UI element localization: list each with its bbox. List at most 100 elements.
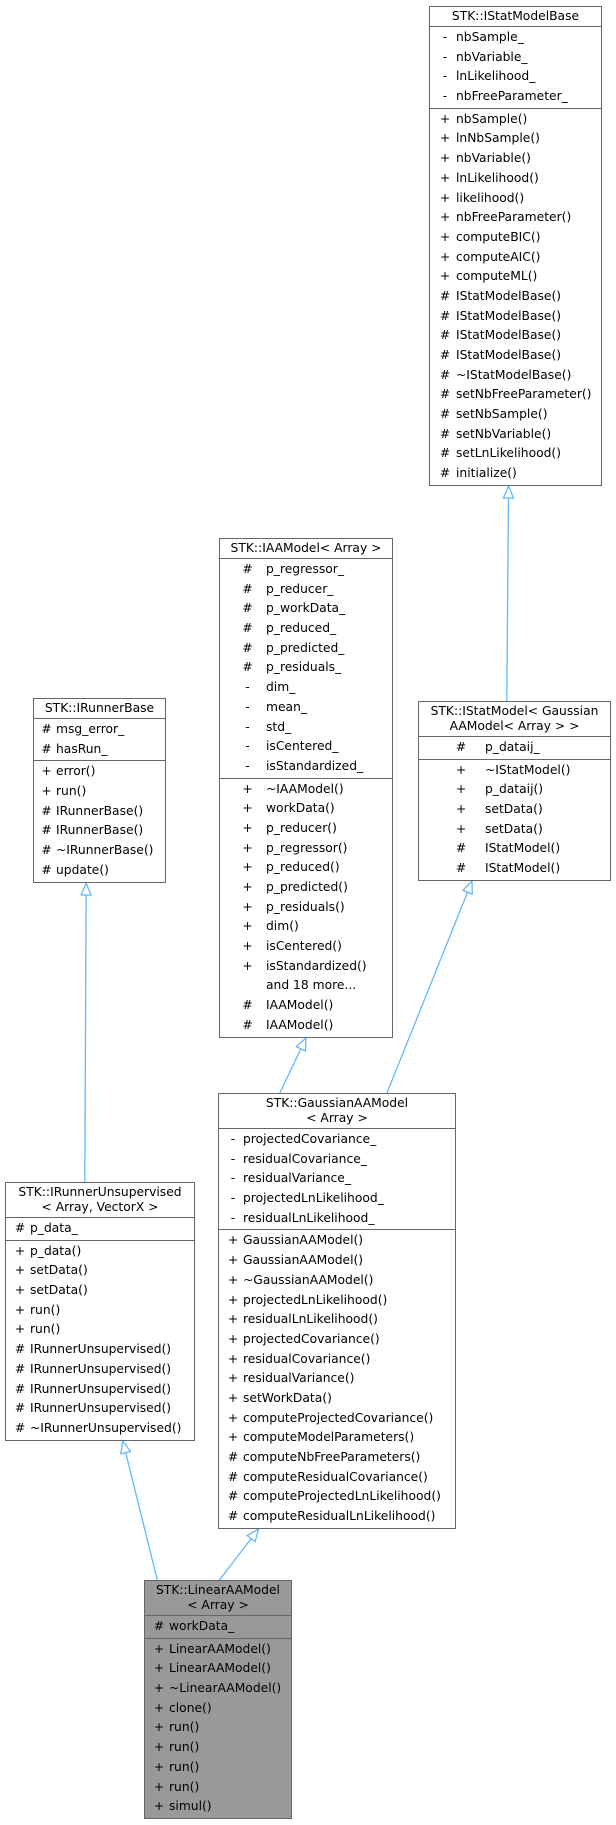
attribute-row[interactable]: # workData_	[145, 1617, 291, 1637]
attribute-row[interactable]: - lnLikelihood_	[430, 67, 601, 87]
method-row[interactable]: # IAAModel()	[220, 1016, 392, 1036]
attribute-row[interactable]: - nbFreeParameter_	[430, 87, 601, 107]
method-row[interactable]: # computeResidualLnLikelihood()	[219, 1507, 455, 1527]
method-row[interactable]: # IStatModel()	[419, 839, 610, 859]
method-row[interactable]: + lnNbSample()	[430, 129, 601, 149]
method-row[interactable]: + ~IStatModel()	[419, 761, 610, 781]
attribute-row[interactable]: - residualLnLikelihood_	[219, 1209, 455, 1229]
method-row[interactable]: # IRunnerBase()	[34, 821, 165, 841]
method-row[interactable]: # initialize()	[430, 464, 601, 484]
attribute-row[interactable]: # p_reduced_	[220, 619, 392, 639]
attribute-row[interactable]: - isStandardized_	[220, 757, 392, 777]
method-row[interactable]: # update()	[34, 861, 165, 881]
method-row[interactable]: # ~IStatModelBase()	[430, 366, 601, 386]
method-row[interactable]: + GaussianAAModel()	[219, 1251, 455, 1271]
method-row[interactable]: # IStatModelBase()	[430, 307, 601, 327]
method-row[interactable]: + run()	[34, 782, 165, 802]
method-row[interactable]: + residualVariance()	[219, 1369, 455, 1389]
method-row[interactable]: + run()	[145, 1758, 291, 1778]
method-row[interactable]: + p_regressor()	[220, 839, 392, 859]
method-row[interactable]: + nbFreeParameter()	[430, 208, 601, 228]
method-row[interactable]: # IStatModelBase()	[430, 326, 601, 346]
method-row[interactable]: # computeProjectedLnLikelihood()	[219, 1487, 455, 1507]
method-row[interactable]: + computeProjectedCovariance()	[219, 1409, 455, 1429]
class-title[interactable]: STK::IRunnerUnsupervised < Array, VectorX…	[6, 1183, 194, 1218]
method-row[interactable]: + residualCovariance()	[219, 1350, 455, 1370]
method-row[interactable]: + projectedCovariance()	[219, 1330, 455, 1350]
attribute-row[interactable]: # msg_error_	[34, 720, 165, 740]
method-row[interactable]: + computeML()	[430, 267, 601, 287]
method-row[interactable]: + error()	[34, 762, 165, 782]
class-title[interactable]: STK::IStatModel< Gaussian AAModel< Array …	[419, 702, 610, 737]
class-node-irunnerunsupervised[interactable]: STK::IRunnerUnsupervised < Array, VectorX…	[5, 1182, 195, 1441]
method-row[interactable]: # IRunnerUnsupervised()	[6, 1340, 194, 1360]
attribute-row[interactable]: - isCentered_	[220, 737, 392, 757]
method-row[interactable]: # setNbVariable()	[430, 425, 601, 445]
method-row[interactable]: + p_dataij()	[419, 780, 610, 800]
method-row[interactable]: # IRunnerUnsupervised()	[6, 1399, 194, 1419]
method-row[interactable]: # ~IRunnerBase()	[34, 841, 165, 861]
class-node-gaussianaamodel[interactable]: STK::GaussianAAModel < Array > - projectedC…	[218, 1093, 456, 1529]
method-row[interactable]: # computeResidualCovariance()	[219, 1468, 455, 1488]
attribute-row[interactable]: - projectedLnLikelihood_	[219, 1189, 455, 1209]
method-row[interactable]: + p_reduced()	[220, 858, 392, 878]
method-row[interactable]: # setNbFreeParameter()	[430, 385, 601, 405]
class-title[interactable]: STK::GaussianAAModel < Array >	[219, 1094, 455, 1129]
method-row[interactable]: + setWorkData()	[219, 1389, 455, 1409]
attribute-row[interactable]: - dim_	[220, 678, 392, 698]
method-row[interactable]: + run()	[6, 1320, 194, 1340]
attribute-row[interactable]: - mean_	[220, 698, 392, 718]
attribute-row[interactable]: # hasRun_	[34, 740, 165, 760]
method-row[interactable]: + p_reducer()	[220, 819, 392, 839]
class-node-irunnerbase[interactable]: STK::IRunnerBase # msg_error_ # hasRun_ + erro…	[33, 698, 166, 883]
method-row[interactable]: + computeBIC()	[430, 228, 601, 248]
method-row[interactable]: + p_predicted()	[220, 878, 392, 898]
method-row[interactable]: + run()	[145, 1778, 291, 1798]
method-row[interactable]: + ~GaussianAAModel()	[219, 1271, 455, 1291]
method-row[interactable]: + run()	[145, 1738, 291, 1758]
method-row[interactable]: # computeNbFreeParameters()	[219, 1448, 455, 1468]
attribute-row[interactable]: # p_data_	[6, 1219, 194, 1239]
method-row[interactable]: + workData()	[220, 799, 392, 819]
class-node-linearaamodel[interactable]: STK::LinearAAModel < Array > # workData_+ Li…	[144, 1580, 292, 1819]
attribute-row[interactable]: - nbVariable_	[430, 48, 601, 68]
method-row[interactable]: + ~IAAModel()	[220, 780, 392, 800]
method-row[interactable]: + isCentered()	[220, 937, 392, 957]
method-row[interactable]: + residualLnLikelihood()	[219, 1310, 455, 1330]
attribute-row[interactable]: - std_	[220, 718, 392, 738]
attribute-row[interactable]: # p_workData_	[220, 599, 392, 619]
method-row[interactable]: # IAAModel()	[220, 996, 392, 1016]
method-row[interactable]: + projectedLnLikelihood()	[219, 1291, 455, 1311]
method-row[interactable]: + clone()	[145, 1699, 291, 1719]
method-row[interactable]: + ~LinearAAModel()	[145, 1679, 291, 1699]
method-row[interactable]: + setData()	[6, 1281, 194, 1301]
method-row[interactable]: + setData()	[419, 820, 610, 840]
method-row[interactable]: # IStatModel()	[419, 859, 610, 879]
attribute-row[interactable]: - residualCovariance_	[219, 1150, 455, 1170]
method-row[interactable]: + GaussianAAModel()	[219, 1231, 455, 1251]
method-row[interactable]: + nbSample()	[430, 110, 601, 130]
method-row[interactable]: + setData()	[419, 800, 610, 820]
method-row[interactable]: + LinearAAModel()	[145, 1640, 291, 1660]
class-node-iaamodel[interactable]: STK::IAAModel< Array > # p_regressor_# p_re…	[219, 538, 393, 1038]
class-title[interactable]: STK::IAAModel< Array >	[220, 539, 392, 559]
method-row[interactable]: + run()	[6, 1301, 194, 1321]
method-row[interactable]: + p_residuals()	[220, 898, 392, 918]
method-row[interactable]: + LinearAAModel()	[145, 1659, 291, 1679]
attribute-row[interactable]: - residualVariance_	[219, 1169, 455, 1189]
attribute-row[interactable]: # p_predicted_	[220, 639, 392, 659]
class-title[interactable]: STK::IStatModelBase	[430, 7, 601, 27]
class-node-istatmodelbase[interactable]: STK::IStatModelBase - nbSample_ - nbVariable…	[429, 6, 602, 486]
attribute-row[interactable]: # p_dataij_	[419, 738, 610, 758]
method-row[interactable]: + nbVariable()	[430, 149, 601, 169]
method-row[interactable]: + lnLikelihood()	[430, 169, 601, 189]
class-title[interactable]: STK::LinearAAModel < Array >	[145, 1581, 291, 1616]
class-node-istatmodel[interactable]: STK::IStatModel< Gaussian AAModel< Array …	[418, 701, 611, 881]
method-row[interactable]: # IRunnerUnsupervised()	[6, 1360, 194, 1380]
method-row[interactable]: # IRunnerBase()	[34, 802, 165, 822]
method-row[interactable]: # setLnLikelihood()	[430, 444, 601, 464]
attribute-row[interactable]: # p_residuals_	[220, 658, 392, 678]
attribute-row[interactable]: # p_regressor_	[220, 560, 392, 580]
class-title[interactable]: STK::IRunnerBase	[34, 699, 165, 719]
method-row[interactable]: + setData()	[6, 1261, 194, 1281]
